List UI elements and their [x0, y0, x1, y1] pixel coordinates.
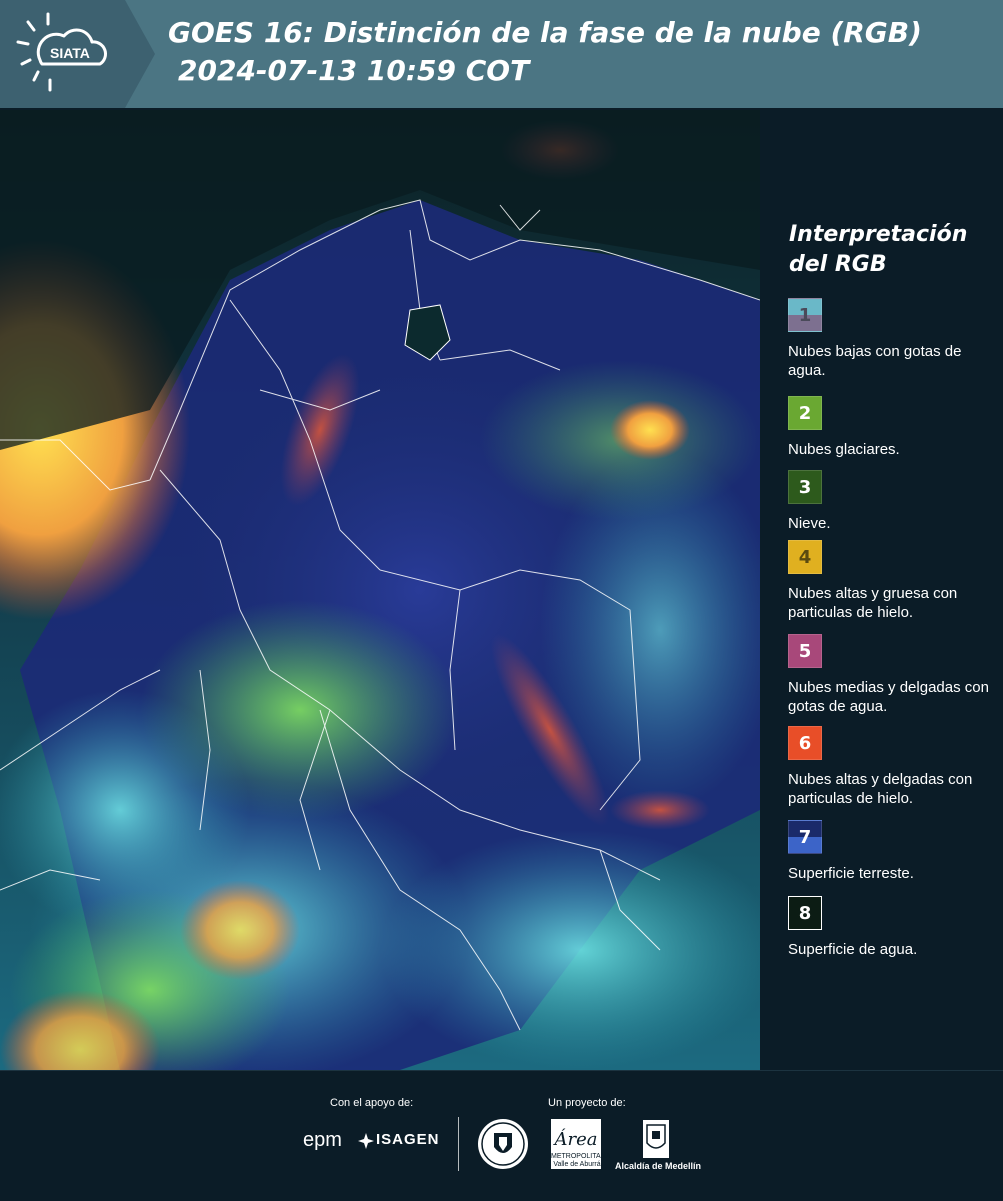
legend-item-3: 3 Nieve. — [788, 470, 998, 533]
legend-swatch-8: 8 — [788, 896, 822, 930]
legend-title: Interpretación del RGB — [789, 220, 967, 280]
legend-label-4: Nubes altas y gruesa con particulas de h… — [788, 585, 958, 621]
legend-title-line-1: Interpretación — [789, 222, 968, 247]
legend-item-6: 6 Nubes altas y delgadas con particulas … — [788, 726, 998, 808]
title-line-2: 2024-07-13 10:59 COT — [178, 54, 530, 87]
header-bar: SIATA GOES 16: Distinción de la fase de … — [0, 0, 1003, 108]
isagen-logo: ISAGEN — [376, 1131, 440, 1148]
legend-number-4: 4 — [798, 546, 812, 568]
legend-item-7: 7 Superficie terreste. — [788, 820, 998, 883]
legend-swatch-3: 3 — [788, 470, 822, 504]
medellin-shield-icon — [643, 1120, 669, 1158]
siata-logo: SIATA — [0, 0, 155, 108]
legend-item-4: 4 Nubes altas y gruesa con particulas de… — [788, 540, 998, 622]
legend-panel: Interpretación del RGB 1 Nubes bajas con… — [760, 108, 1003, 1070]
area-logo-word: Área — [553, 1127, 598, 1150]
legend-item-5: 5 Nubes medias y delgadas con gotas de a… — [788, 634, 998, 716]
legend-number-8: 8 — [798, 902, 812, 924]
legend-swatch-6: 6 — [788, 726, 822, 760]
legend-number-1: 1 — [798, 304, 812, 326]
legend-swatch-5: 5 — [788, 634, 822, 668]
footer-divider — [458, 1117, 459, 1171]
university-seal-icon — [478, 1119, 528, 1169]
legend-number-5: 5 — [798, 640, 812, 662]
legend-label-1: Nubes bajas con gotas de agua. — [788, 343, 962, 379]
siata-logo-text: SIATA — [50, 45, 90, 61]
legend-item-1: 1 Nubes bajas con gotas de agua. — [788, 298, 998, 380]
isagen-star-icon — [358, 1133, 374, 1149]
legend-number-2: 2 — [798, 402, 812, 424]
legend-swatch-4: 4 — [788, 540, 822, 574]
epm-logo: epm — [303, 1129, 342, 1151]
legend-label-3: Nieve. — [788, 515, 831, 532]
support-label: Con el apoyo de: — [330, 1097, 414, 1109]
page-title: GOES 16: Distinción de la fase de la nub… — [168, 14, 922, 90]
legend-label-5: Nubes medias y delgadas con gotas de agu… — [788, 679, 989, 715]
legend-number-6: 6 — [798, 732, 812, 754]
project-label: Un proyecto de: — [548, 1097, 626, 1109]
legend-swatch-1: 1 — [788, 298, 822, 332]
legend-item-2: 2 Nubes glaciares. — [788, 396, 998, 459]
alcaldia-medellin-text: Alcaldía de Medellín — [614, 1161, 702, 1171]
legend-label-6: Nubes altas y delgadas con particulas de… — [788, 771, 973, 807]
legend-label-8: Superficie de agua. — [788, 941, 918, 958]
legend-swatch-7: 7 — [788, 820, 822, 854]
title-line-1: GOES 16: Distinción de la fase de la nub… — [168, 16, 922, 49]
area-metropolitana-text: METROPOLITANA Valle de Aburrá — [551, 1153, 611, 1168]
legend-label-2: Nubes glaciares. — [788, 441, 900, 458]
legend-label-7: Superficie terreste. — [788, 865, 914, 882]
footer: Con el apoyo de: Un proyecto de: epm ISA… — [0, 1070, 1003, 1201]
legend-swatch-2: 2 — [788, 396, 822, 430]
legend-number-7: 7 — [798, 826, 812, 848]
legend-item-8: 8 Superficie de agua. — [788, 896, 998, 959]
legend-title-line-2: del RGB — [789, 252, 887, 277]
satellite-rgb-map[interactable] — [0, 110, 760, 1070]
legend-number-3: 3 — [798, 476, 812, 498]
